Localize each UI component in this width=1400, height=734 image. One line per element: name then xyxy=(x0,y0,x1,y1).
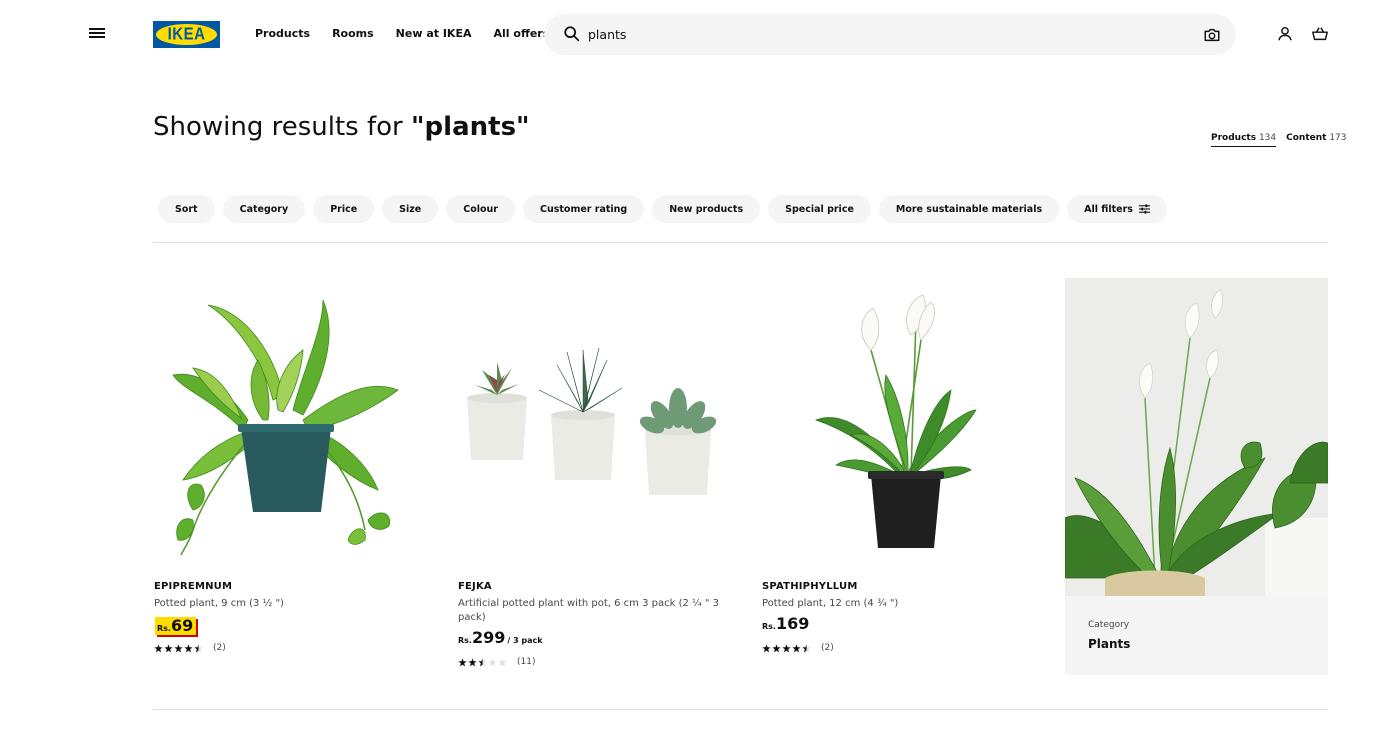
peace-lily-image xyxy=(814,294,977,548)
star-icon xyxy=(468,657,477,666)
all-filters-label: All filters xyxy=(1084,203,1133,215)
search-input[interactable] xyxy=(588,24,1168,45)
nav-products[interactable]: Products xyxy=(255,27,310,40)
product-card: FEJKA Artificial potted plant with pot, … xyxy=(457,280,747,667)
divider xyxy=(153,709,1328,710)
nav-all-offers[interactable]: All offers xyxy=(494,27,550,40)
filter-special-price[interactable]: Special price xyxy=(768,195,871,223)
product-price: Rs. 299/ 3 pack xyxy=(458,628,543,647)
product-card: EPIPREMNUM Potted plant, 9 cm (3 ½ ") Rs… xyxy=(153,280,443,653)
product-card: SPATHIPHYLLUM Potted plant, 12 cm (4 ¾ "… xyxy=(761,280,1051,653)
product-price: Rs. 169 xyxy=(762,614,810,633)
category-title: Plants xyxy=(1088,637,1131,651)
product-description: Artificial potted plant with pot, 6 cm 3… xyxy=(458,598,720,623)
all-filters-button[interactable]: All filters xyxy=(1067,195,1167,223)
category-image xyxy=(1065,278,1328,596)
star-icon xyxy=(498,657,507,666)
filter-price[interactable]: Price xyxy=(313,195,375,223)
star-icon xyxy=(772,643,781,652)
filter-customer-rating[interactable]: Customer rating xyxy=(522,195,645,223)
search-icon xyxy=(564,26,580,42)
product-price: Rs. 69 xyxy=(155,617,197,635)
camera-icon[interactable] xyxy=(1203,26,1221,44)
site-header: IKEA Products Rooms New at IKEA All offe… xyxy=(0,0,1400,70)
filter-bar: Sort Category Price Size Colour Customer… xyxy=(158,195,1167,223)
ikea-logo[interactable]: IKEA xyxy=(153,21,220,48)
filter-sort[interactable]: Sort xyxy=(158,195,215,223)
logo-text: IKEA xyxy=(167,24,206,45)
pothos-plant-image xyxy=(172,299,399,556)
filter-sustainable-materials[interactable]: More sustainable materials xyxy=(878,195,1060,223)
nav-rooms[interactable]: Rooms xyxy=(332,27,374,40)
product-description: Potted plant, 9 cm (3 ½ ") xyxy=(154,598,284,609)
star-icon xyxy=(154,643,163,652)
filter-colour[interactable]: Colour xyxy=(446,195,515,223)
star-icon xyxy=(762,643,771,652)
tab-products[interactable]: Products 134 xyxy=(1211,133,1277,147)
rating-stars xyxy=(458,657,507,667)
star-icon xyxy=(802,643,811,652)
succulents-image xyxy=(467,347,717,495)
category-label: Category xyxy=(1088,620,1130,630)
user-icon[interactable] xyxy=(1276,25,1294,43)
product-name[interactable]: FEJKA xyxy=(458,581,492,592)
category-card-plants[interactable]: Category Plants xyxy=(1065,278,1328,675)
hamburger-menu-icon[interactable] xyxy=(88,24,106,44)
search-query: "plants" xyxy=(411,112,530,142)
divider xyxy=(153,242,1328,243)
product-rating[interactable]: (2) xyxy=(154,643,226,653)
plants-photo xyxy=(1065,278,1328,596)
filter-size[interactable]: Size xyxy=(382,195,439,223)
product-name[interactable]: SPATHIPHYLLUM xyxy=(762,581,858,592)
product-name[interactable]: EPIPREMNUM xyxy=(154,581,232,592)
star-icon xyxy=(792,643,801,652)
rating-stars xyxy=(762,643,811,653)
star-icon xyxy=(478,657,487,666)
main-nav: Products Rooms New at IKEA All offers xyxy=(255,27,549,40)
star-icon xyxy=(174,643,183,652)
review-count: (2) xyxy=(821,643,834,653)
filter-category[interactable]: Category xyxy=(222,195,306,223)
filter-new-products[interactable]: New products xyxy=(652,195,761,223)
tab-content[interactable]: Content 173 xyxy=(1286,133,1346,147)
product-image-spathiphyllum[interactable] xyxy=(761,280,1021,570)
nav-new-at-ikea[interactable]: New at IKEA xyxy=(396,27,472,40)
star-icon xyxy=(488,657,497,666)
product-rating[interactable]: (11) xyxy=(458,657,535,667)
product-rating[interactable]: (2) xyxy=(762,643,834,653)
product-image-fejka[interactable] xyxy=(457,280,717,570)
star-icon xyxy=(782,643,791,652)
product-image-epipremnum[interactable] xyxy=(153,280,413,570)
star-icon xyxy=(184,643,193,652)
shopping-bag-icon[interactable] xyxy=(1311,25,1329,43)
star-icon xyxy=(458,657,467,666)
search-bar[interactable] xyxy=(544,14,1236,55)
rating-stars xyxy=(154,643,203,653)
results-tabs: Products 134 Content 173 xyxy=(1211,133,1347,147)
review-count: (11) xyxy=(517,657,536,667)
star-icon xyxy=(194,643,203,652)
page-title: Showing results for "plants" xyxy=(153,112,530,142)
filter-sliders-icon xyxy=(1138,204,1150,214)
review-count: (2) xyxy=(213,643,226,653)
product-description: Potted plant, 12 cm (4 ¾ ") xyxy=(762,598,899,609)
star-icon xyxy=(164,643,173,652)
title-prefix: Showing results for xyxy=(153,112,412,142)
